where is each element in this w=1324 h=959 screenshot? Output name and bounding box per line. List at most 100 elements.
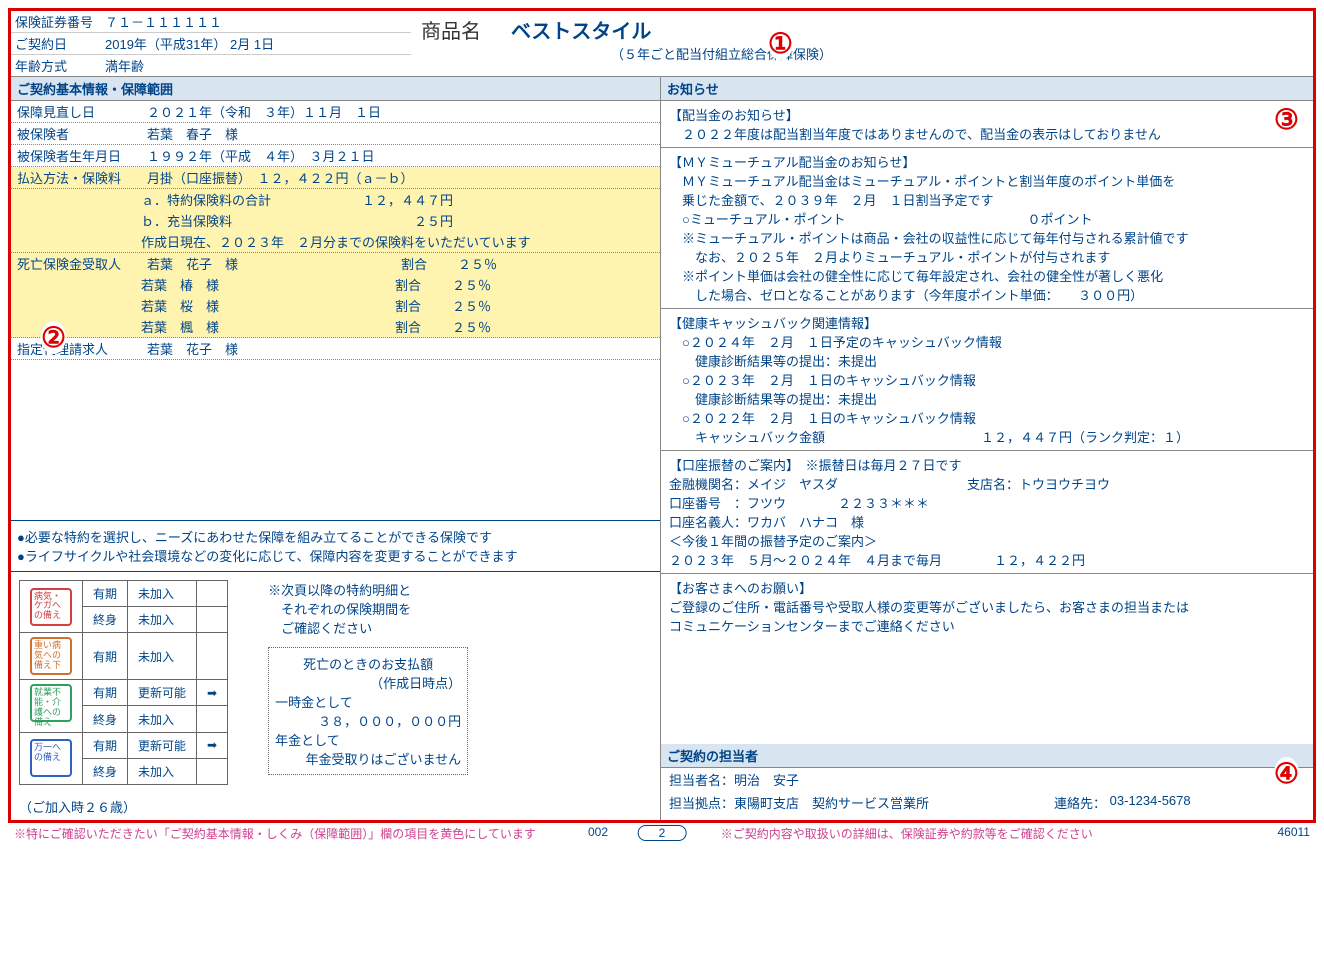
rider-term: 有期 (83, 633, 128, 680)
cb-line: ○２０２３年 ２月 １日のキャッシュバック情報 (669, 370, 1305, 389)
rider-status: 未加入 (128, 581, 197, 607)
notice-section-title: お知らせ (661, 77, 1313, 101)
proxy-label: 指定代理請求人 (17, 339, 147, 358)
agent-tel-label: 連絡先： (1054, 793, 1106, 812)
ratio-value: ２５％ (427, 254, 497, 273)
marker-3: ③ (1274, 103, 1299, 136)
age-method: 満年齢 (105, 56, 144, 75)
bank-holder-label: 口座名義人： (669, 512, 747, 531)
dob: １９９２年（平成 ４年） ３月２１日 (147, 146, 654, 165)
review-date-label: 保障見直し日 (17, 102, 147, 121)
beneficiary-name: 若葉 椿 様 (141, 275, 361, 294)
product-notes: ●必要な特約を選択し、ニーズにあわせた保障を組み立てることができる保険です ●ラ… (11, 520, 660, 572)
marker-2: ② (41, 321, 66, 354)
rider-term: 有期 (83, 581, 128, 607)
rider-status: 未加入 (128, 758, 197, 784)
request-line: ご登録のご住所・電話番号や受取人様の変更等がございましたら、お客さまの担当または (669, 597, 1305, 616)
dividend-text: ２０２２年度は配当割当年度ではありませんので、配当金の表示はしておりません (669, 124, 1305, 143)
cb-line: 健康診断結果等の提出：未提出 (669, 351, 1305, 370)
ratio-value: ２５％ (421, 317, 491, 336)
rider-term: 有期 (83, 732, 128, 758)
rider-icon-disability: 就業不能・介護への備え (30, 684, 72, 722)
payment-a: ａ．特約保険料の合計 １２，４４７円 (141, 190, 453, 209)
footer-right-note: ※ご契約内容や取扱いの詳細は、保険証券や約款等をご確認ください (721, 825, 1093, 842)
rider-icon-death: 万一への備え (30, 739, 72, 777)
policy-no-label: 保険証券番号 (15, 12, 105, 31)
annuity-value: 年金受取りはございません (275, 749, 461, 768)
beneficiary-name: 若葉 楓 様 (141, 317, 361, 336)
agent-section-title: ご契約の担当者 (661, 744, 1313, 768)
rider-status: 未加入 (128, 706, 197, 732)
insured-label: 被保険者 (17, 124, 147, 143)
my-line: なお、２０２５年 ２月よりミューチュアル・ポイントが付与されます (669, 247, 1305, 266)
review-date: ２０２１年（令和 ３年）１１月 １日 (147, 102, 654, 121)
footer-center-num: 002 (588, 825, 608, 839)
ratio-label: 割合 (367, 254, 427, 273)
ratio-label: 割合 (361, 317, 421, 336)
agent-name: 明治 安子 (734, 773, 799, 788)
note-line: ●ライフサイクルや社会環境などの変化に応じて、保障内容を変更することができます (17, 546, 654, 565)
my-mutual-title: 【ＭＹミューチュアル配当金のお知らせ】 (669, 152, 1305, 171)
dividend-block: 【配当金のお知らせ】 ２０２２年度は配当割当年度ではありませんので、配当金の表示… (661, 101, 1313, 148)
enrollment-age: （ご加入時２６歳） (11, 793, 660, 820)
ratio-value: ２５％ (421, 296, 491, 315)
product-label: 商品名 (421, 21, 481, 43)
rider-arrow (197, 581, 228, 607)
payment-b: ｂ．充当保険料 ２５円 (141, 211, 453, 230)
bank-title: 【口座振替のご案内】 ※振替日は毎月２７日です (669, 455, 1305, 474)
rider-term: 終身 (83, 706, 128, 732)
agent-name-label: 担当者名： (669, 773, 734, 788)
my-line: ※ポイント単価は会社の健全性に応じて毎年設定され、会社の健全性が著しく悪化 (669, 266, 1305, 285)
request-title: 【お客さまへのお願い】 (669, 578, 1305, 597)
product-name: ベストスタイル (511, 21, 651, 43)
rider-arrow: ➡ (197, 732, 228, 758)
footer: ※特にご確認いただきたい「ご契約基本情報・しくみ（保障範囲）」欄の項目を黄色にし… (8, 823, 1316, 844)
agent-tel: 03-1234-5678 (1110, 793, 1191, 812)
payout-sub: （作成日時点） (275, 673, 461, 692)
rider-arrow: ➡ (197, 680, 228, 706)
bank-acct: フツウ ２２３３＊＊＊ (747, 493, 929, 512)
bank-holder: ワカバ ハナコ 様 (747, 512, 864, 531)
rider-arrow (197, 607, 228, 633)
payout-box: 死亡のときのお支払額 （作成日時点） 一時金として ３８，０００，０００円 年金… (268, 647, 468, 775)
rider-status: 更新可能 (128, 732, 197, 758)
cb-line: キャッシュバック金額 １２，４４７円（ランク判定：１） (669, 427, 1305, 446)
document-header: 保険証券番号７１－１１１１１１ ご契約日2019年（平成31年） 2月 1日 年… (11, 11, 1313, 77)
left-column: ご契約基本情報・保障範囲 保障見直し日２０２１年（令和 ３年）１１月 １日 被保… (11, 77, 661, 820)
lump-value: ３８，０００，０００円 (275, 711, 461, 730)
footer-left-note: ※特にご確認いただきたい「ご契約基本情報・しくみ（保障範囲）」欄の項目を黄色にし… (14, 825, 536, 842)
rider-term: 終身 (83, 758, 128, 784)
rider-table: 病気・ケガへの備え 有期未加入 終身未加入 重い病気への備え下 有期未加入 就業… (19, 580, 228, 785)
annuity-label: 年金として (275, 730, 461, 749)
bank-acct-label: 口座番号 ： (669, 493, 747, 512)
payment-label: 払込方法・保険料 (17, 168, 147, 187)
cb-line: ○２０２４年 ２月 １日予定のキャッシュバック情報 (669, 332, 1305, 351)
rider-arrow (197, 633, 228, 680)
death-beneficiary-label: 死亡保険金受取人 (17, 254, 147, 273)
bank-schedule-title: ＜今後１年間の振替予定のご案内＞ (669, 531, 1305, 550)
ratio-label: 割合 (361, 275, 421, 294)
rider-icon-serious: 重い病気への備え下 (30, 637, 72, 675)
bank-block: 【口座振替のご案内】 ※振替日は毎月２７日です 金融機関名：メイジ ヤスダ支店名… (661, 451, 1313, 574)
rider-note-line: ご確認ください (268, 618, 468, 637)
cashback-block: 【健康キャッシュバック関連情報】 ○２０２４年 ２月 １日予定のキャッシュバック… (661, 309, 1313, 451)
rider-note-line: それぞれの保険期間を (268, 599, 468, 618)
bank-inst: メイジ ヤスダ (747, 474, 967, 493)
beneficiary-name: 若葉 桜 様 (141, 296, 361, 315)
rider-side-note: ※次頁以降の特約明細と それぞれの保険期間を ご確認ください 死亡のときのお支払… (268, 580, 468, 785)
ratio-value: ２５％ (421, 275, 491, 294)
marker-4: ④ (1274, 757, 1299, 790)
footer-code: 46011 (1278, 825, 1310, 842)
note-line: ●必要な特約を選択し、ニーズにあわせた保障を組み立てることができる保険です (17, 527, 654, 546)
page-number: 2 (638, 825, 687, 841)
beneficiary-name: 若葉 花子 様 (147, 254, 367, 273)
bank-branch: トウヨウチヨウ (1019, 474, 1110, 493)
dividend-title: 【配当金のお知らせ】 (669, 105, 1305, 124)
payment-note: 作成日現在、２０２３年 ２月分までの保険料をいただいています (141, 232, 531, 251)
my-line: ※ミューチュアル・ポイントは商品・会社の収益性に応じて毎年付与される累計値です (669, 228, 1305, 247)
rider-note-line: ※次頁以降の特約明細と (268, 580, 468, 599)
rider-arrow (197, 758, 228, 784)
right-column: お知らせ 【配当金のお知らせ】 ２０２２年度は配当割当年度ではありませんので、配… (661, 77, 1313, 820)
ratio-label: 割合 (361, 296, 421, 315)
cashback-title: 【健康キャッシュバック関連情報】 (669, 313, 1305, 332)
